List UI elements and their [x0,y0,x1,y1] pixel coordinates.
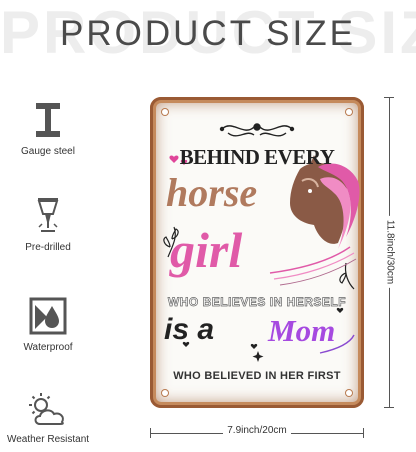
height-dimension: 11.8inch/30cm [380,97,400,408]
sign-line-believed: WHO BELIEVED IN HER FIRST [173,370,341,382]
feature-label: Gauge steel [21,146,75,157]
sign-line-horse: horse [166,170,258,215]
sparkle-icon [252,351,264,362]
width-dimension: 7.9inch/20cm [150,424,364,444]
feature-label: Weather Resistant [6,434,90,445]
height-label: 11.8inch/30cm [384,215,396,289]
feature-weather-resistant: Weather Resistant [0,392,96,445]
i-beam-icon [36,103,60,137]
weather-icon [29,393,64,425]
mounting-hole [162,390,168,396]
feature-label: Pre-drilled [25,242,71,253]
heart-icon [250,343,258,349]
sign-line-behind-every: BEHIND EVERY [179,145,335,169]
feature-label: Waterproof [23,342,73,353]
mounting-hole [346,390,352,396]
page-title: PRODUCT SIZE [60,14,356,53]
water-drop-icon [29,297,67,335]
feature-pre-drilled: Pre-drilled [0,196,96,253]
flourish-ornament [219,123,295,137]
sign-line-is-a: is a [164,313,215,346]
sign-line-mom: Mom [268,313,336,348]
metal-sign: BEHIND EVERY horse girl WHO BELIEVES IN … [150,97,364,408]
sign-line-believes: WHO BELIEVES IN HERSELF [167,295,347,310]
width-label: 7.9inch/20cm [223,425,291,436]
feature-gauge-steel: Gauge steel [0,100,96,157]
mounting-hole [346,109,352,115]
feature-waterproof: Waterproof [0,296,96,353]
sign-line-girl: girl [170,222,243,278]
mounting-hole [162,109,168,115]
pre-drilled-icon [37,198,59,232]
